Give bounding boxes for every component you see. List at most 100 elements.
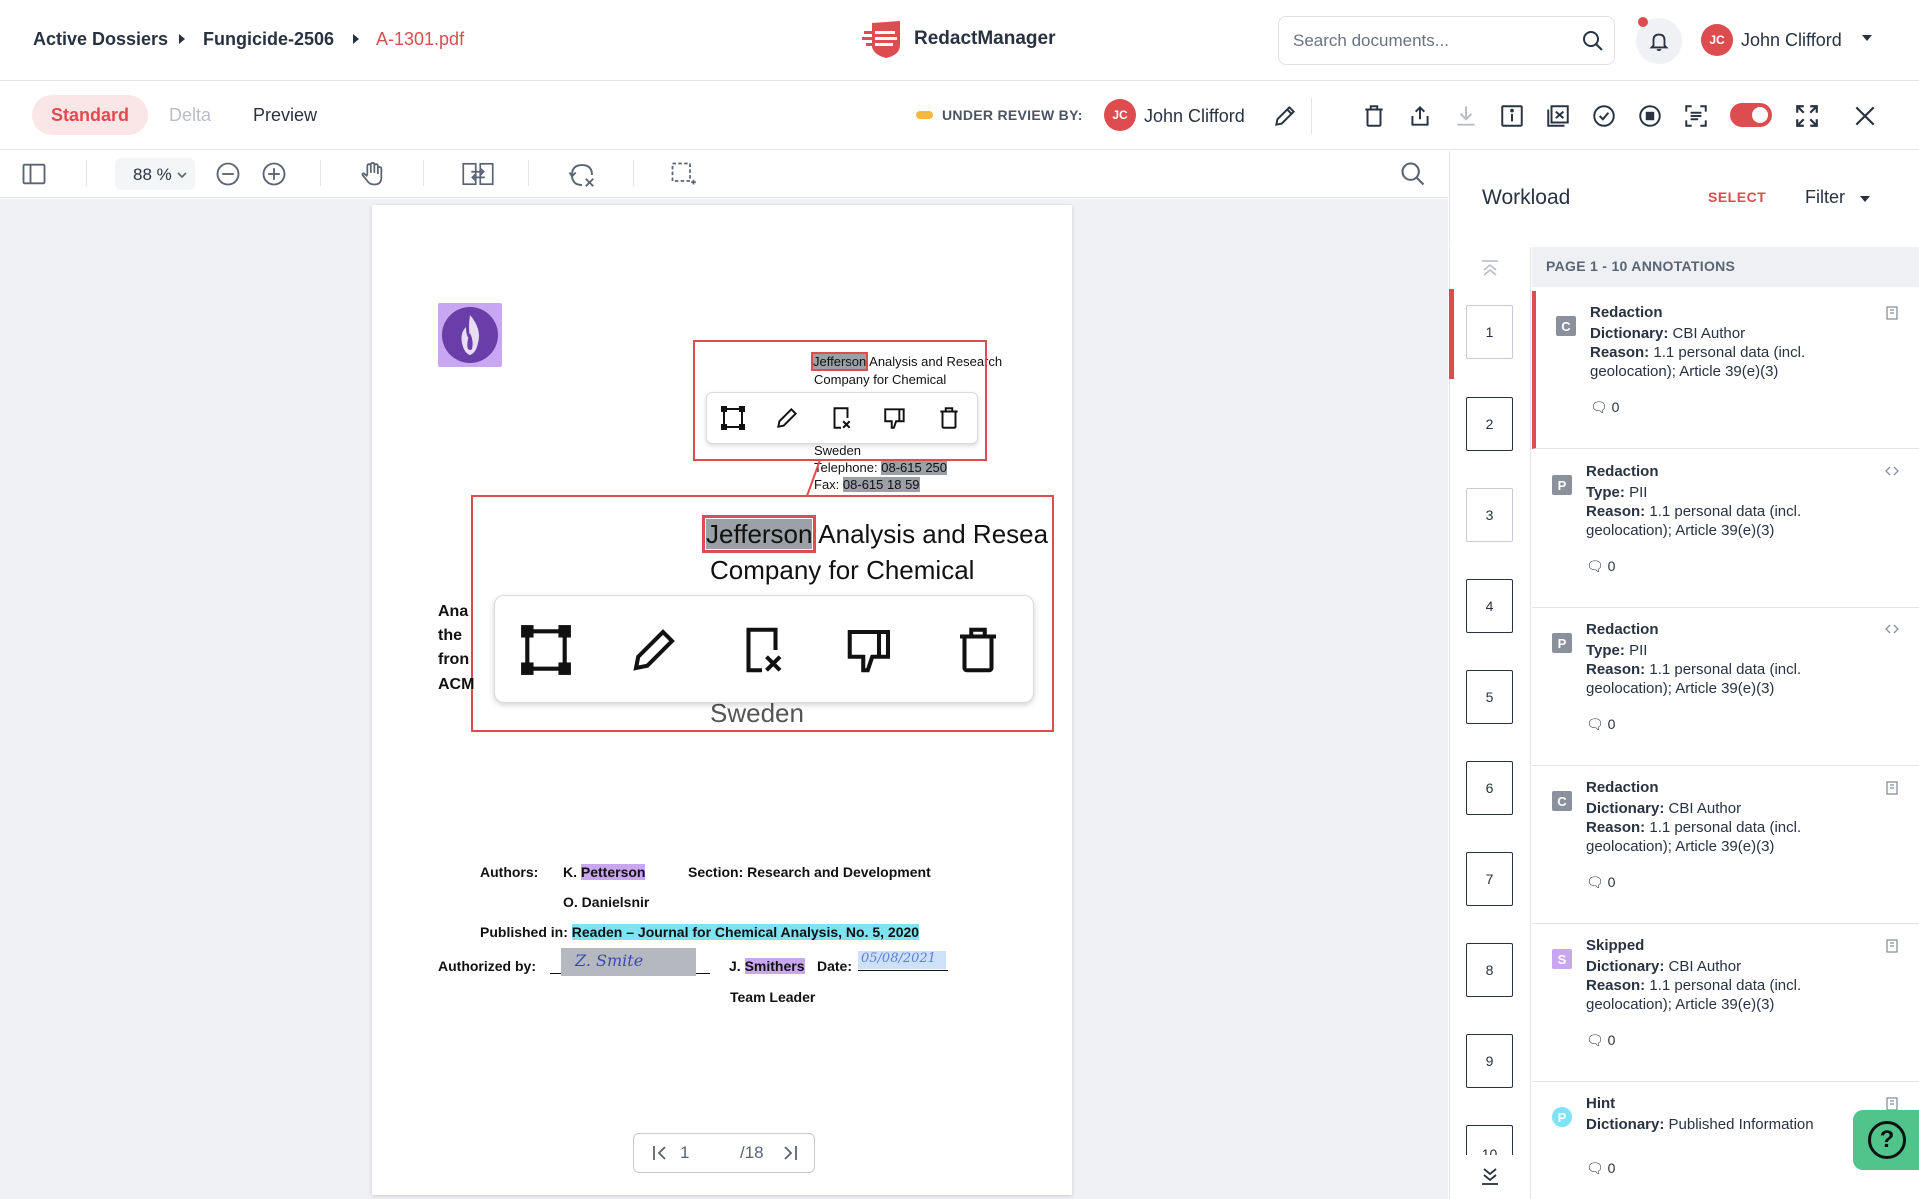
zoom-in-icon[interactable] [260, 160, 288, 188]
user-name[interactable]: John Clifford [1741, 30, 1842, 51]
info-icon[interactable] [1499, 103, 1525, 129]
author-name-annotation[interactable]: Petterson [580, 864, 646, 880]
annotation-card[interactable]: P Redaction Type: PII Reason: 1.1 person… [1532, 608, 1919, 766]
signature-redaction[interactable]: Z. Smite [561, 948, 696, 976]
magnified-edit-icon[interactable] [627, 623, 681, 677]
page-number-input[interactable]: 1 [680, 1143, 689, 1163]
detail-value: CBI Author [1664, 800, 1742, 817]
divider [86, 160, 87, 186]
date-label: Date: [817, 958, 853, 974]
sidebar-toggle-icon[interactable] [20, 160, 48, 188]
comment-count[interactable]: 🗨︎ 0 [1586, 1160, 1615, 1177]
annotation-card[interactable]: S Skipped Dictionary: CBI Author Reason:… [1532, 924, 1919, 1082]
thumbs-down-icon[interactable] [882, 405, 908, 431]
authors-label: Authors: [480, 864, 539, 880]
reason-key: Reason: [1586, 661, 1646, 678]
breadcrumb-file[interactable]: A-1301.pdf [376, 29, 464, 50]
published-info-hint[interactable]: Readen – Journal for Chemical Analysis, … [571, 924, 920, 940]
filter-button[interactable]: Filter [1805, 187, 1845, 208]
area-select-icon[interactable] [669, 160, 697, 188]
edit-icon[interactable] [774, 405, 800, 431]
user-menu-caret-icon[interactable] [1862, 35, 1872, 41]
edit-reviewer-icon[interactable] [1272, 103, 1298, 129]
select-button[interactable]: SELECT [1708, 189, 1766, 205]
filter-caret-icon[interactable] [1860, 196, 1870, 202]
annotation-reason: Reason: 1.1 personal data (incl. [1586, 976, 1801, 995]
user-avatar[interactable]: JC [1701, 24, 1733, 56]
export-icon[interactable] [1407, 103, 1433, 129]
comment-count[interactable]: 🗨︎ 0 [1586, 558, 1615, 575]
dictionary-icon [1885, 780, 1899, 796]
last-page-icon[interactable] [781, 1143, 799, 1163]
page-thumb-10[interactable]: 10 [1466, 1125, 1513, 1155]
comment-count[interactable]: 🗨︎ 0 [1586, 874, 1615, 891]
magnified-remove-icon[interactable] [735, 623, 789, 677]
magnified-thumbs-down-icon[interactable] [843, 623, 897, 677]
scroll-top-icon[interactable] [1479, 258, 1501, 278]
date-value[interactable]: 05/08/2021 [858, 951, 946, 969]
delete-icon[interactable] [1361, 103, 1387, 129]
breadcrumb-dossier[interactable]: Fungicide-2506 [203, 29, 334, 50]
reason-value: 1.1 personal data (incl. [1649, 344, 1806, 361]
reason-value: 1.1 personal data (incl. [1645, 977, 1802, 994]
download-icon[interactable] [1453, 103, 1479, 129]
search-input[interactable] [1293, 29, 1573, 53]
redacted-telephone[interactable]: 08-615 250 [881, 460, 948, 475]
search-icon[interactable] [1581, 29, 1605, 53]
fullscreen-icon[interactable] [1794, 103, 1820, 129]
page-thumb-3[interactable]: 3 [1466, 488, 1513, 542]
delete-annotation-icon[interactable] [936, 405, 962, 431]
annotation-type-badge: P [1552, 475, 1572, 495]
exclude-pages-icon[interactable] [1545, 103, 1571, 129]
page-thumb-7[interactable]: 7 [1466, 852, 1513, 906]
close-icon[interactable] [1852, 103, 1878, 129]
company-logo[interactable] [438, 303, 502, 367]
annotation-card[interactable]: C Redaction Dictionary: CBI Author Reaso… [1532, 291, 1919, 449]
magnified-delete-icon[interactable] [951, 623, 1005, 677]
pan-hand-icon[interactable] [358, 160, 386, 188]
signer-name-annotation[interactable]: Smithers [744, 958, 805, 974]
resize-icon[interactable] [720, 405, 746, 431]
chevron-down-icon[interactable] [176, 170, 188, 180]
tab-standard[interactable]: Standard [32, 95, 148, 135]
magnified-redacted-name[interactable]: Jefferson [701, 515, 817, 553]
zoom-out-icon[interactable] [214, 160, 242, 188]
ocr-icon[interactable] [1683, 103, 1709, 129]
rotate-reset-icon[interactable] [567, 160, 595, 188]
remove-from-dictionary-icon[interactable] [828, 405, 854, 431]
comment-count[interactable]: 🗨︎ 0 [1590, 399, 1619, 416]
approve-icon[interactable] [1591, 103, 1617, 129]
telephone-line: Telephone: 08-615 250 [814, 460, 948, 475]
magnified-resize-icon[interactable] [519, 623, 573, 677]
zoom-value[interactable]: 88 % [133, 165, 172, 185]
page-thumb-1[interactable]: 1 [1466, 305, 1513, 359]
breadcrumb-separator-icon [179, 34, 185, 44]
magnified-text: Analysis and Resea [812, 519, 1049, 549]
brand-name: RedactManager [914, 28, 1056, 49]
compare-icon[interactable] [461, 160, 494, 188]
author-1: K. Petterson [563, 864, 646, 880]
signer: J. Smithers [729, 958, 805, 974]
tab-preview[interactable]: Preview [253, 105, 317, 126]
signature-image: Z. Smite [575, 951, 644, 970]
annotation-card[interactable]: C Redaction Dictionary: CBI Author Reaso… [1532, 766, 1919, 924]
page-thumb-5[interactable]: 5 [1466, 670, 1513, 724]
redacted-fax[interactable]: 08-615 18 59 [842, 477, 920, 492]
breadcrumb-active-dossiers[interactable]: Active Dossiers [33, 29, 168, 50]
stop-icon[interactable] [1637, 103, 1663, 129]
page-thumb-8[interactable]: 8 [1466, 943, 1513, 997]
tab-delta[interactable]: Delta [169, 105, 211, 126]
annotation-card[interactable]: P Redaction Type: PII Reason: 1.1 person… [1532, 450, 1919, 608]
page-thumb-4[interactable]: 4 [1466, 579, 1513, 633]
page-thumb-2[interactable]: 2 [1466, 397, 1513, 451]
code-icon [1885, 464, 1899, 478]
page-thumb-6[interactable]: 6 [1466, 761, 1513, 815]
search-box[interactable] [1278, 16, 1615, 65]
help-button[interactable]: ? [1853, 1110, 1919, 1170]
document-search-icon[interactable] [1399, 160, 1427, 188]
comment-count[interactable]: 🗨︎ 0 [1586, 716, 1615, 733]
first-page-icon[interactable] [651, 1143, 669, 1163]
page-thumb-9[interactable]: 9 [1466, 1034, 1513, 1088]
comment-count[interactable]: 🗨︎ 0 [1586, 1032, 1615, 1049]
scroll-bottom-icon[interactable] [1479, 1165, 1501, 1187]
